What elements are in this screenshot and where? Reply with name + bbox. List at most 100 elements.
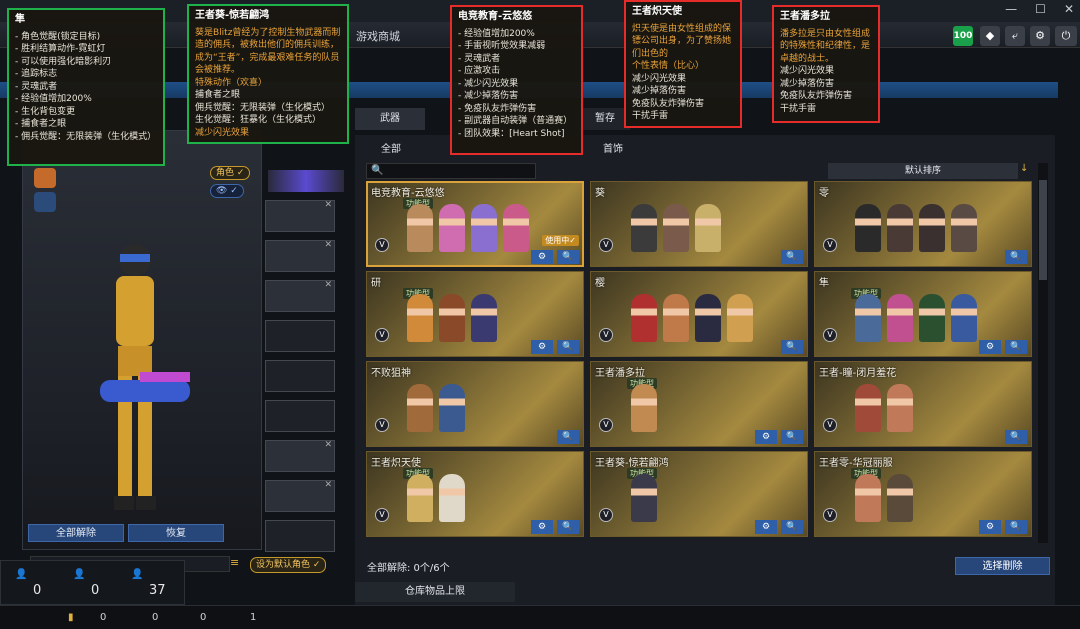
menu-icon[interactable]: ≡ — [230, 556, 244, 572]
settings-icon[interactable]: ⚙ — [531, 250, 553, 264]
level-badge: 100 — [953, 26, 973, 46]
search-icon[interactable]: 🔍 — [1005, 520, 1027, 534]
search-icon[interactable]: 🔍 — [781, 520, 803, 534]
character-card[interactable]: 王者潘多拉功能型V🔍⚙ — [590, 361, 808, 447]
search-icon[interactable]: 🔍 — [557, 520, 579, 534]
annotation-title: 电竞教育-云悠悠 — [458, 11, 533, 22]
slot-pet-gold[interactable]: ✕ — [265, 440, 335, 472]
sort-dropdown[interactable]: 默认排序 — [828, 163, 1018, 179]
annotation-list: 捕食者之眼 佣兵觉醒：无限装弹（生化模式） 生化觉醒：狂暴化（生化模式） — [195, 89, 341, 127]
search-input[interactable]: 🔍 — [366, 163, 536, 179]
annotation-item: - 佣兵觉醒：无限装弹（生化模式） — [15, 131, 157, 142]
character-card[interactable]: 葵 V 🔍 — [590, 181, 808, 267]
warehouse-limit-button[interactable]: 仓库物品上限 — [355, 582, 515, 602]
subtab-jewelry[interactable]: 首饰 — [603, 140, 623, 155]
search-icon[interactable]: 🔍 — [781, 340, 803, 354]
character-card[interactable]: 不败狙神 V 🔍 — [366, 361, 584, 447]
slot-empty[interactable] — [265, 320, 335, 352]
vip-icon: V — [599, 238, 613, 252]
portrait — [439, 474, 465, 522]
character-card[interactable]: 零 V 🔍 — [814, 181, 1032, 267]
settings-icon[interactable]: ⚙ — [531, 340, 553, 354]
character-card[interactable]: 樱 V 🔍 — [590, 271, 808, 357]
power-icon[interactable]: ⏻ — [1055, 26, 1077, 46]
fire-icon[interactable] — [34, 168, 56, 188]
search-icon[interactable]: 🔍 — [781, 430, 803, 444]
slot-pet-silver[interactable]: ✕ — [265, 480, 335, 512]
maximize-icon[interactable]: ☐ — [1035, 2, 1046, 16]
set-default-role-button[interactable]: 设为默认角色 ✓ — [250, 557, 327, 573]
search-icon[interactable]: 🔍 — [1005, 340, 1027, 354]
slot-empty[interactable] — [265, 360, 335, 392]
search-icon[interactable]: 🔍 — [1005, 430, 1027, 444]
card-title: 葵 — [595, 188, 605, 199]
settings-icon[interactable]: ⚙ — [531, 520, 553, 534]
wing-icon[interactable] — [34, 192, 56, 212]
close-icon[interactable]: ✕ — [324, 240, 332, 250]
settings-icon[interactable]: ⚙ — [755, 430, 777, 444]
search-icon[interactable]: 🔍 — [781, 250, 803, 264]
settings-icon[interactable]: ⚙ — [755, 520, 777, 534]
rank-icon[interactable]: ◆ — [980, 26, 1000, 46]
annotation-item: - 灵魂武者 — [15, 81, 58, 92]
restore-button[interactable]: 恢复 — [128, 524, 224, 542]
search-icon[interactable]: 🔍 — [557, 430, 579, 444]
slot-empty[interactable] — [265, 520, 335, 552]
search-icon[interactable]: 🔍 — [1005, 250, 1027, 264]
status-bar: ▮ 0 0 0 1 — [0, 605, 1080, 629]
portrait — [695, 294, 721, 342]
vip-icon: V — [599, 418, 613, 432]
annotation-item: 干扰手雷 — [780, 103, 817, 114]
slot-radio[interactable]: ✕ — [265, 280, 335, 312]
exit-icon[interactable]: ⤶ — [1005, 26, 1025, 46]
portrait — [855, 294, 881, 342]
character-card[interactable]: 隼功能型V🔍⚙ — [814, 271, 1032, 357]
character-card[interactable]: 王者炽天使功能型V🔍⚙ — [366, 451, 584, 537]
role-toggle[interactable]: 角色 ✓ — [210, 166, 251, 180]
tab-storage[interactable]: 暂存 — [580, 108, 630, 130]
close-icon[interactable]: ✕ — [324, 440, 332, 450]
character-portraits — [407, 294, 497, 342]
annotation-item: - 可以使用强化暗影利刃 — [15, 56, 112, 67]
unequip-all-button[interactable]: 全部解除 — [28, 524, 124, 542]
annotation-item: 减少闪光效果 — [632, 73, 687, 84]
subtab-all[interactable]: 全部 — [381, 140, 401, 155]
settings-icon[interactable]: ⚙ — [979, 340, 1001, 354]
character-portraits — [855, 474, 913, 522]
slot-empty[interactable] — [265, 400, 335, 432]
vip-icon: V — [375, 328, 389, 342]
minimize-icon[interactable]: — — [1005, 2, 1017, 16]
search-icon[interactable]: 🔍 — [557, 250, 579, 264]
tab-weapon[interactable]: 武器 — [355, 108, 425, 130]
weapon-thumbnail[interactable] — [268, 170, 344, 192]
portrait — [855, 384, 881, 432]
close-icon[interactable]: ✕ — [324, 480, 332, 490]
card-title: 王者炽天使 — [371, 458, 421, 469]
annotation-item: - 手雷视听觉效果减弱 — [458, 41, 546, 51]
user-icon: 👤 — [73, 569, 86, 580]
close-icon[interactable]: ✕ — [1064, 2, 1074, 16]
portrait — [951, 204, 977, 252]
character-card[interactable]: 王者-瞳-闭月羞花 V 🔍 — [814, 361, 1032, 447]
close-icon[interactable]: ✕ — [324, 200, 332, 210]
character-card[interactable]: 研功能型V🔍⚙ — [366, 271, 584, 357]
select-delete-button[interactable]: 选择删除 — [955, 557, 1050, 575]
portrait — [855, 204, 881, 252]
portrait — [407, 384, 433, 432]
slot-helmet[interactable]: ✕ — [265, 200, 335, 232]
status-c: 0 — [200, 612, 207, 623]
settings-icon[interactable]: ⚙ — [979, 520, 1001, 534]
gear-icon[interactable]: ⚙ — [1030, 26, 1050, 46]
view-toggle[interactable]: 👁 ✓ — [210, 184, 244, 198]
sort-order-icon[interactable]: ↓ — [1020, 163, 1034, 179]
search-icon[interactable]: 🔍 — [557, 340, 579, 354]
character-card[interactable]: 王者葵-惊若翩鸿功能型V🔍⚙ — [590, 451, 808, 537]
slot-glasses[interactable]: ✕ — [265, 240, 335, 272]
portrait — [887, 474, 913, 522]
scrollbar-thumb[interactable] — [1039, 180, 1047, 280]
character-card[interactable]: 电竞教育-云悠悠功能型V使用中✓🔍⚙ — [366, 181, 584, 267]
close-icon[interactable]: ✕ — [324, 280, 332, 290]
nav-shop[interactable]: 游戏商城 — [356, 28, 400, 44]
character-card[interactable]: 王者零-华冠丽服功能型V🔍⚙ — [814, 451, 1032, 537]
portrait — [919, 294, 945, 342]
